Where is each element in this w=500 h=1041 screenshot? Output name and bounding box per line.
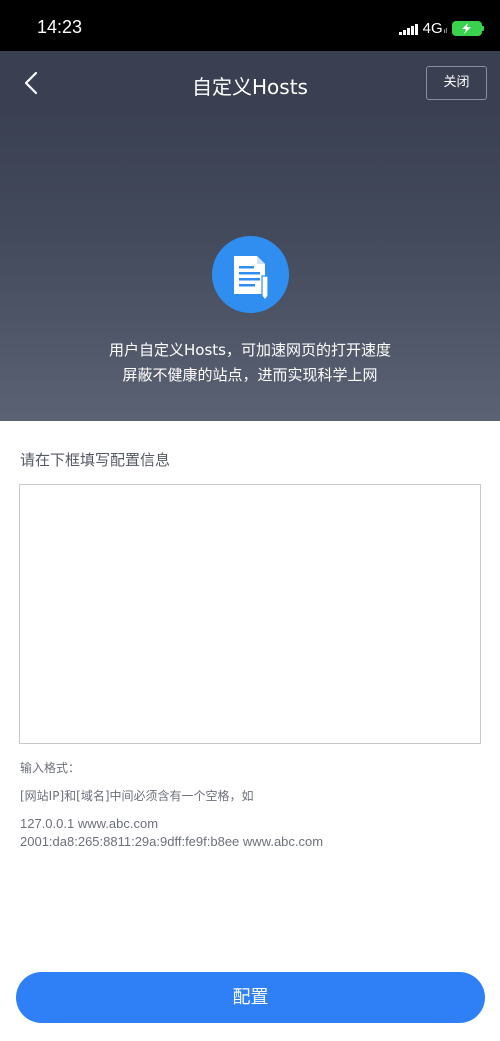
example-ipv6: 2001:da8:265:8811:29a:9dff:fe9f:b8ee www… (20, 834, 324, 849)
config-button[interactable]: 配置 (16, 972, 485, 1023)
hosts-input[interactable] (19, 484, 481, 744)
example-ipv4: 127.0.0.1 www.abc.com (20, 816, 159, 831)
network-activity: ıl (443, 28, 447, 35)
hero-line-1: 用户自定义Hosts，可加速网页的打开速度 (109, 341, 391, 359)
document-icon (212, 236, 289, 313)
signal-icon (398, 21, 418, 35)
status-time: 14:23 (37, 17, 83, 37)
page-title: 自定义Hosts (192, 75, 308, 99)
hero-header: 自定义Hosts 关闭 用户自定义Hosts，可加速网页的打开速度 屏蔽不健康的… (0, 51, 500, 421)
format-title: 输入格式： (20, 761, 81, 775)
battery-charging-icon (452, 20, 484, 36)
hero-line-2: 屏蔽不健康的站点，进而实现科学上网 (122, 366, 378, 384)
close-button[interactable]: 关闭 (426, 66, 487, 100)
status-bar: 14:23 4G ıl (0, 0, 500, 51)
format-example: 127.0.0.1 www.abc.com 2001:da8:265:8811:… (20, 815, 323, 851)
format-rule: [网站IP]和[域名]中间必须含有一个空格，如 (20, 789, 254, 803)
hero-description: 用户自定义Hosts，可加速网页的打开速度 屏蔽不健康的站点，进而实现科学上网 (0, 338, 500, 388)
form-label: 请在下框填写配置信息 (20, 451, 171, 469)
status-indicators: 4G ıl (398, 18, 484, 38)
network-type: 4G (422, 19, 443, 37)
nav-bar: 自定义Hosts 关闭 (0, 51, 500, 115)
